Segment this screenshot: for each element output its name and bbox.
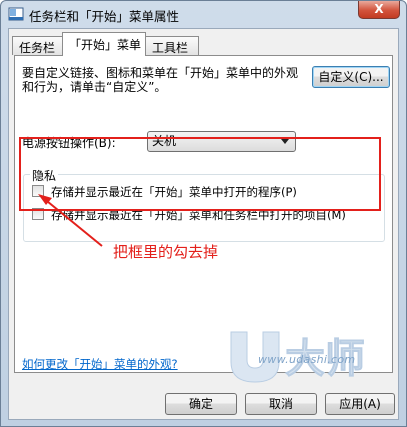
- ok-button-label: 确定: [188, 397, 213, 411]
- title-bar[interactable]: 任务栏和「开始」菜单属性 X: [1, 1, 406, 27]
- watermark-url: www.udashi.com: [258, 353, 356, 366]
- customize-button-label: 自定义(C)...: [318, 70, 384, 84]
- tab-label: 工具栏: [152, 41, 189, 55]
- tab-toolbars[interactable]: 工具栏: [145, 36, 199, 55]
- close-icon: X: [374, 2, 384, 16]
- tab-start-menu[interactable]: 「开始」菜单: [62, 32, 146, 56]
- customize-button[interactable]: 自定义(C)...: [312, 66, 390, 88]
- annotation-text: 把框里的勾去掉: [113, 243, 219, 261]
- close-button[interactable]: X: [358, 1, 400, 19]
- taskbar-app-icon: [8, 7, 24, 21]
- tab-label: 任务栏: [19, 41, 56, 55]
- udashi-watermark: 大师: [225, 326, 390, 411]
- window-title: 任务栏和「开始」菜单属性: [29, 9, 180, 24]
- tab-taskbar[interactable]: 任务栏: [12, 36, 64, 55]
- annotation-highlight-box: [19, 137, 381, 211]
- customize-description: 要自定义链接、图标和菜单在「开始」菜单中的外观和行为，请单击“自定义”。: [22, 66, 299, 94]
- start-menu-panel: 要自定义链接、图标和菜单在「开始」菜单中的外观和行为，请单击“自定义”。 自定义…: [14, 55, 393, 383]
- tab-label: 「开始」菜单: [69, 38, 142, 52]
- start-menu-help-link[interactable]: 如何更改「开始」菜单的外观?: [22, 356, 178, 372]
